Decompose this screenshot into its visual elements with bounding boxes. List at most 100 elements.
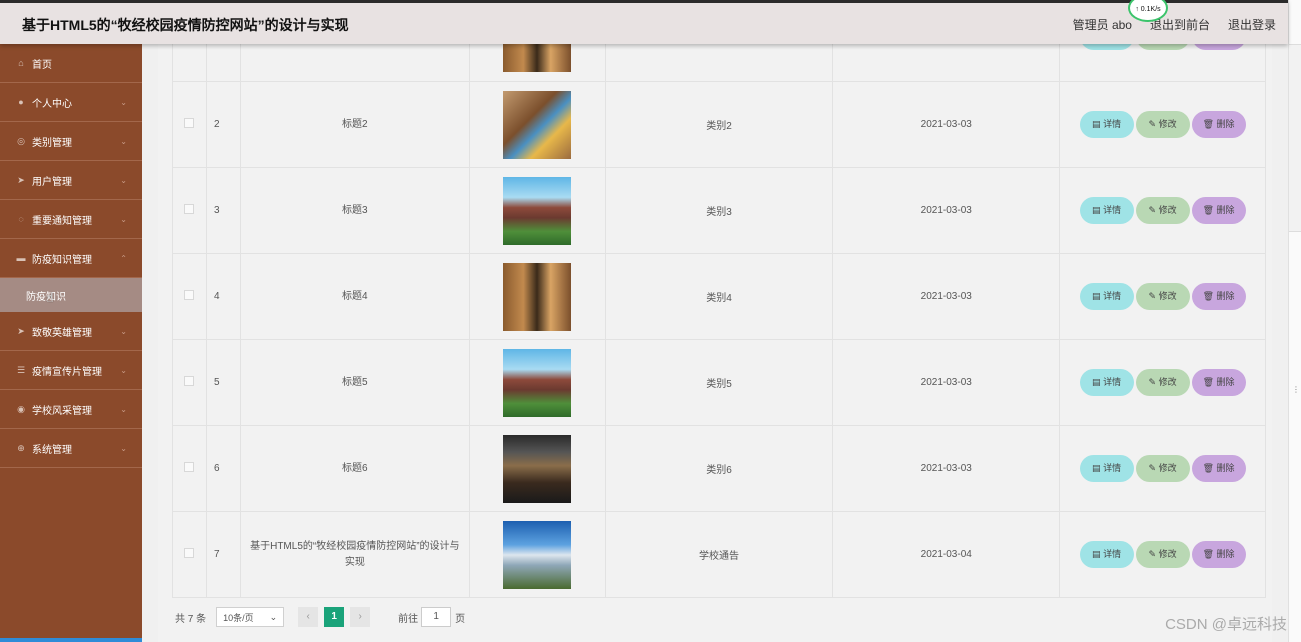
header-actions: 管理员 abo 退出到前台 退出登录 xyxy=(1073,16,1276,33)
document-icon: ▤ xyxy=(1092,463,1104,473)
row-thumbnail xyxy=(503,520,572,589)
row-checkbox[interactable] xyxy=(184,118,195,128)
edit-button-label: 修改 xyxy=(1158,205,1177,215)
detail-button[interactable]: ▤ 详情 xyxy=(1079,369,1134,396)
delete-button[interactable]: 🗑 删除 xyxy=(1191,111,1246,138)
document-icon: ▤ xyxy=(1092,291,1104,301)
sidebar-item-category[interactable]: ◎ 类别管理 ⌄ xyxy=(0,122,142,161)
scrollbar-thumb[interactable] xyxy=(1289,44,1301,232)
sidebar-item-label: 系统管理 xyxy=(32,444,72,456)
pencil-icon: ✎ xyxy=(1148,549,1159,559)
document-icon: ▤ xyxy=(1092,205,1104,215)
trash-icon: 🗑 xyxy=(1202,463,1217,473)
detail-button[interactable]: ▤ 详情 xyxy=(1079,455,1134,482)
row-title: 标题3 xyxy=(239,167,470,254)
page-number-current[interactable]: 1 xyxy=(324,607,345,627)
row-title: 基于HTML5的“牧经校园疫情防控网站”的设计与实现 xyxy=(239,511,470,598)
row-checkbox[interactable] xyxy=(184,548,195,558)
row-image-cell xyxy=(468,339,606,426)
goto-page-input[interactable]: 1 xyxy=(421,607,452,627)
row-date: 2021-03-03 xyxy=(832,253,1061,340)
row-image-cell xyxy=(468,253,606,340)
detail-button[interactable]: ▤ 详情 xyxy=(1079,283,1134,310)
delete-button[interactable]: 🗑 删除 xyxy=(1191,369,1246,396)
message-icon: ▬ xyxy=(16,253,26,263)
sidebar-item-label: 疫情宣传片管理 xyxy=(32,366,102,378)
sidebar-item-system[interactable]: ⊕ 系统管理 ⌄ xyxy=(0,429,142,468)
home-icon: ⌂ xyxy=(18,58,24,68)
trash-icon: 🗑 xyxy=(1202,205,1217,215)
row-index: 2 xyxy=(205,81,241,168)
row-actions: ▤ 详情 ✎ 修改 🗑 删除 xyxy=(1059,425,1266,512)
next-page-button[interactable]: › xyxy=(350,607,371,627)
sidebar-item-label: 首页 xyxy=(32,59,52,71)
sidebar-item-label: 个人中心 xyxy=(32,98,72,110)
row-checkbox[interactable] xyxy=(184,204,195,214)
chevron-down-icon: ⌄ xyxy=(120,175,127,185)
row-checkbox[interactable] xyxy=(184,376,195,386)
row-index: 6 xyxy=(205,425,241,512)
sidebar: ⌂ 首页 ● 个人中心 ⌄ ◎ 类别管理 ⌄ ➤ 用户管理 ⌄ ◌ 重要通知管理… xyxy=(0,44,142,642)
detail-button[interactable]: ▤ 详情 xyxy=(1079,541,1134,568)
row-checkbox[interactable] xyxy=(184,290,195,300)
edit-button[interactable]: ✎ 修改 xyxy=(1135,283,1190,310)
row-title: 标题4 xyxy=(239,253,470,340)
chevron-down-icon: ⌄ xyxy=(120,365,127,375)
row-checkbox-cell xyxy=(172,81,207,168)
detail-button[interactable]: ▤ 详情 xyxy=(1079,111,1134,138)
row-actions: ▤ 详情 ✎ 修改 🗑 删除 xyxy=(1059,339,1266,426)
sidebar-item-home[interactable]: ⌂ 首页 xyxy=(0,44,142,83)
hand-cursor-icon: ☝ xyxy=(46,290,54,305)
row-checkbox-cell xyxy=(172,167,207,254)
row-date: 2021-03-03 xyxy=(832,81,1061,168)
edit-button[interactable]: ✎ 修改 xyxy=(1135,541,1190,568)
table-row: 3 标题3 类别3 2021-03-03 ▤ 详情 ✎ 修改 🗑 删除 xyxy=(172,167,1266,254)
sidebar-item-knowledge[interactable]: ▬ 防疫知识管理 ⌃ xyxy=(0,239,142,278)
bell-icon: ◌ xyxy=(18,214,24,224)
document-icon: ▤ xyxy=(1092,377,1104,387)
trash-icon: 🗑 xyxy=(1202,377,1217,387)
sidebar-item-profile[interactable]: ● 个人中心 ⌄ xyxy=(0,83,142,122)
sidebar-subitem-knowledge[interactable]: 防疫知识 ☝ xyxy=(0,278,142,312)
edit-button[interactable]: ✎ 修改 xyxy=(1135,197,1190,224)
delete-button-label: 删除 xyxy=(1216,549,1235,559)
row-thumbnail xyxy=(503,348,572,417)
delete-button-label: 删除 xyxy=(1216,205,1235,215)
sidebar-item-notices[interactable]: ◌ 重要通知管理 ⌄ xyxy=(0,200,142,239)
delete-button-label: 删除 xyxy=(1216,377,1235,387)
pagination: 共 7 条 10条/页 ⌄ ‹ 1 › 前往 1 页 xyxy=(175,607,465,627)
row-title: 标题6 xyxy=(239,425,470,512)
sidebar-item-users[interactable]: ➤ 用户管理 ⌄ xyxy=(0,161,142,200)
row-checkbox[interactable] xyxy=(184,462,195,472)
delete-button[interactable]: 🗑 删除 xyxy=(1191,455,1246,482)
detail-button[interactable]: ▤ 详情 xyxy=(1079,197,1134,224)
chevron-down-icon: ⌄ xyxy=(120,404,127,414)
chevron-down-icon: ⌄ xyxy=(120,326,127,336)
page-scrollbar[interactable]: ⋮ xyxy=(1288,0,1301,642)
detail-button-label: 详情 xyxy=(1103,119,1122,129)
sidebar-item-videos[interactable]: ☰ 疫情宣传片管理 ⌄ xyxy=(0,351,142,390)
row-checkbox-cell xyxy=(172,425,207,512)
table-row: 6 标题6 类别6 2021-03-03 ▤ 详情 ✎ 修改 🗑 删除 xyxy=(172,425,1266,512)
trash-icon: 🗑 xyxy=(1202,291,1217,301)
delete-button-label: 删除 xyxy=(1216,463,1235,473)
page-size-select[interactable]: 10条/页 ⌄ xyxy=(216,607,285,627)
sidebar-item-campus[interactable]: ◉ 学校风采管理 ⌄ xyxy=(0,390,142,429)
sidebar-item-label: 用户管理 xyxy=(32,176,72,188)
delete-button[interactable]: 🗑 删除 xyxy=(1191,283,1246,310)
edit-button[interactable]: ✎ 修改 xyxy=(1135,369,1190,396)
edit-button[interactable]: ✎ 修改 xyxy=(1135,455,1190,482)
logout-link[interactable]: 退出登录 xyxy=(1228,16,1276,33)
pencil-icon: ✎ xyxy=(1148,119,1159,129)
sidebar-item-heroes[interactable]: ➤ 致敬英雄管理 ⌄ xyxy=(0,312,142,351)
delete-button[interactable]: 🗑 删除 xyxy=(1191,197,1246,224)
edit-button[interactable]: ✎ 修改 xyxy=(1135,111,1190,138)
row-index: 5 xyxy=(205,339,241,426)
sidebar-item-label: 学校风采管理 xyxy=(32,405,92,417)
delete-button[interactable]: 🗑 删除 xyxy=(1191,541,1246,568)
category-icon: ◎ xyxy=(17,135,25,146)
watermark: CSDN @卓远科技 xyxy=(1165,616,1287,633)
prev-page-button[interactable]: ‹ xyxy=(298,607,319,627)
scroll-marker-icon: ⋮ xyxy=(1292,385,1300,394)
send-icon: ➤ xyxy=(17,325,25,336)
